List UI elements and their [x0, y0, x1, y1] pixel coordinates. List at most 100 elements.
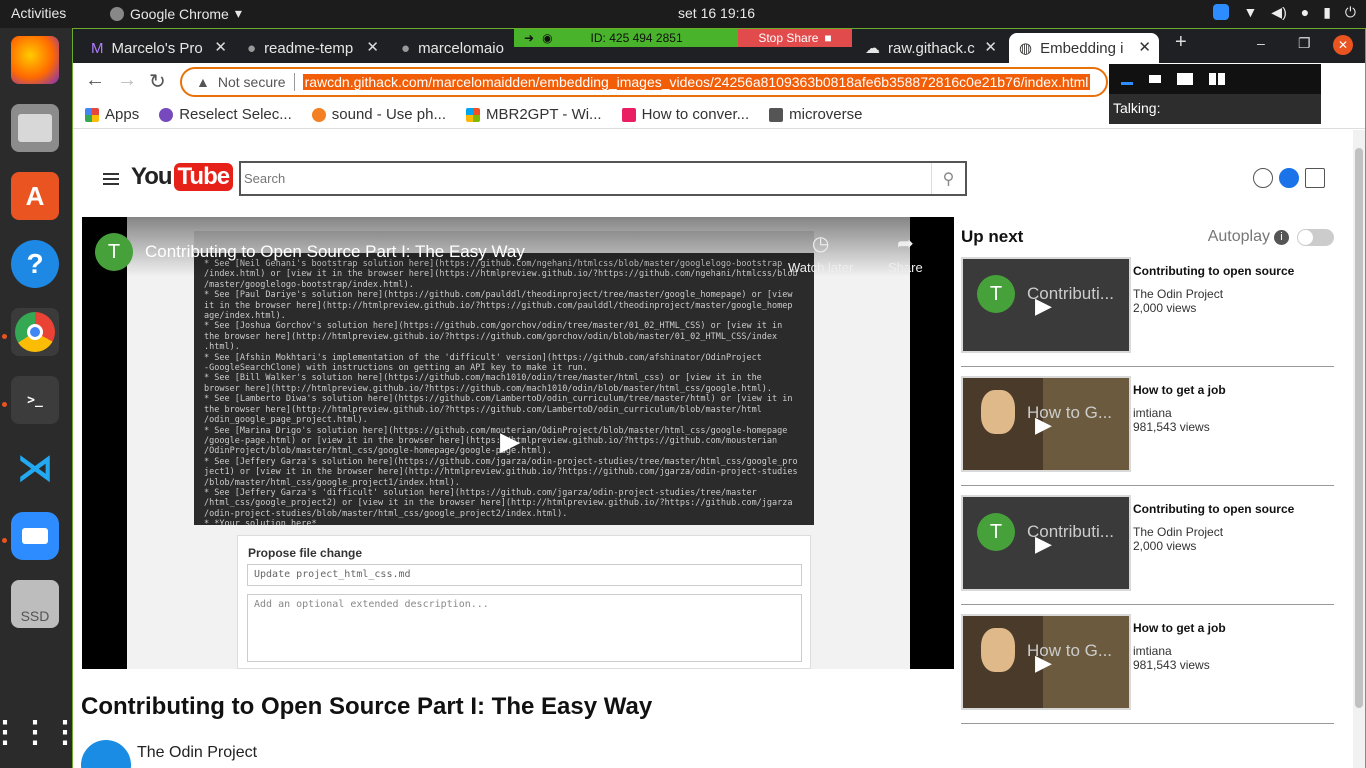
code-line: * See [Joshua Gorchov's solution here](h…	[204, 321, 783, 332]
apps-grid-icon[interactable]: ⋮⋮⋮	[0, 708, 80, 756]
video-player[interactable]: * See [Neil Gehani's bootstrap solution …	[82, 217, 954, 669]
video-thumbnail[interactable]: How to G... ▶	[961, 376, 1131, 472]
ssd-icon[interactable]: SSD	[11, 580, 59, 628]
video-thumbnail[interactable]: How to G... ▶	[961, 614, 1131, 710]
tab-label: Marcelo's Pro	[111, 39, 203, 57]
software-icon[interactable]: A	[11, 172, 59, 220]
tab-marcelo[interactable]: M Marcelo's Pro ✕	[81, 33, 235, 63]
url-text[interactable]: rawcdn.githack.com/marcelomaidden/embedd…	[302, 74, 1091, 90]
play-icon[interactable]: ▶	[500, 426, 536, 456]
small-view-icon[interactable]	[1149, 75, 1161, 83]
up-next-list: T Contributi... ▶ Contributing to open sour…	[961, 248, 1334, 724]
speaker-view-icon[interactable]	[1177, 73, 1193, 85]
autoplay-toggle[interactable]	[1297, 228, 1334, 246]
forward-button[interactable]: →	[117, 69, 137, 92]
scrollbar[interactable]	[1353, 130, 1365, 768]
files-icon[interactable]	[11, 104, 59, 152]
bookmark-mbr2gpt[interactable]: MBR2GPT - Wi...	[466, 106, 602, 123]
gallery-view-icon[interactable]	[1209, 73, 1225, 85]
vscode-icon[interactable]: ⋊	[11, 444, 59, 492]
logo-tube: Tube	[173, 163, 234, 191]
activities-button[interactable]: Activities	[11, 5, 66, 21]
reload-button[interactable]: ↻	[149, 69, 166, 94]
code-line: the browser here](http://htmlpreview.git…	[204, 404, 762, 415]
volume-icon: ◀)	[1271, 4, 1287, 20]
clock[interactable]: set 16 19:16	[678, 5, 755, 21]
code-line: /html_css/google_project2) or [view it i…	[204, 498, 793, 509]
close-tab-icon[interactable]: ✕	[214, 38, 227, 56]
maximize-button[interactable]: ❐	[1298, 35, 1311, 52]
up-next-card[interactable]: T Contributi... ▶ Contributing to open sour…	[961, 486, 1334, 605]
tab-raw-githack[interactable]: ☁ raw.githack.c ✕	[855, 33, 1005, 63]
channel-avatar[interactable]: T	[95, 233, 133, 271]
stop-share-button[interactable]: Stop Share ■	[738, 29, 852, 47]
address-bar[interactable]: ▲ Not secure rawcdn.githack.com/marcelom…	[180, 67, 1108, 97]
ssd-label: SSD	[20, 608, 50, 624]
youtube-logo[interactable]: You Tube	[131, 163, 234, 191]
bookmark-microverse[interactable]: microverse	[769, 106, 862, 123]
channel-avatar[interactable]	[81, 740, 131, 768]
terminal-icon[interactable]: >_	[11, 376, 59, 424]
tab-embedding[interactable]: ◍ Embedding i ✕	[1009, 33, 1159, 63]
new-tab-button[interactable]: +	[1175, 31, 1187, 54]
scrollbar-thumb[interactable]	[1355, 148, 1363, 708]
bookmark-sound[interactable]: sound - Use ph...	[311, 106, 446, 123]
system-tray[interactable]: ▼ ◀) ● ▮ ⏻	[1213, 4, 1356, 21]
app-menu[interactable]: Google Chrome ▾	[110, 5, 242, 22]
video-thumbnail[interactable]: T Contributi... ▶	[961, 257, 1131, 353]
autoplay-control: Autoplay i	[1208, 228, 1334, 246]
player-title[interactable]: Contributing to Open Source Part I: The …	[145, 242, 525, 262]
bookmark-reselect[interactable]: Reselect Selec...	[159, 106, 292, 123]
stop-share-label: Stop Share	[758, 31, 819, 45]
share-button[interactable]: ➦ Share	[888, 231, 923, 275]
card-channel: The Odin Project	[1133, 525, 1224, 539]
tab-label: raw.githack.c	[888, 39, 975, 57]
bookmark-label: sound - Use ph...	[331, 106, 446, 123]
chrome-icon[interactable]	[11, 308, 59, 356]
card-views: 981,543 views	[1133, 658, 1210, 672]
channel-name[interactable]: The Odin Project	[137, 744, 257, 762]
up-next-card[interactable]: How to G... ▶ How to get a job imtiana 981,5…	[961, 367, 1334, 486]
code-line: .html).	[204, 342, 240, 353]
card-title[interactable]: How to get a job	[1133, 383, 1226, 397]
up-next-card[interactable]: T Contributi... ▶ Contributing to open sour…	[961, 248, 1334, 367]
video-thumbnail[interactable]: T Contributi... ▶	[961, 495, 1131, 591]
zoom-tray-icon[interactable]	[1213, 4, 1230, 20]
menu-icon[interactable]	[103, 173, 119, 185]
tab-marcelomaio[interactable]: ● marcelomaio	[391, 33, 511, 63]
thumb-avatar: T	[977, 275, 1015, 313]
minimize-view-icon[interactable]	[1121, 81, 1133, 85]
search-icon[interactable]: ⚲	[931, 163, 965, 194]
close-window-button[interactable]: ✕	[1333, 35, 1353, 55]
code-line: * See [Paul Dariye's solution here](http…	[204, 290, 793, 301]
info-icon[interactable]: i	[1274, 229, 1289, 245]
watch-later-button[interactable]: ◷ Watch later	[788, 231, 853, 275]
close-tab-icon[interactable]: ✕	[984, 38, 997, 56]
search-input[interactable]	[241, 163, 931, 194]
upload-icon[interactable]	[1253, 168, 1273, 188]
help-icon[interactable]: ?	[11, 240, 59, 288]
tab-readme[interactable]: ● readme-temp ✕	[237, 33, 387, 63]
close-tab-icon[interactable]: ✕	[1138, 38, 1151, 56]
close-tab-icon[interactable]: ✕	[366, 38, 379, 56]
card-title[interactable]: Contributing to open source	[1133, 264, 1294, 278]
folder-icon	[769, 107, 784, 122]
security-indicator[interactable]: ▲ Not secure	[196, 74, 286, 90]
back-button[interactable]: ←	[85, 69, 105, 92]
bookmark-label: How to conver...	[641, 106, 750, 123]
sign-out-icon[interactable]	[1305, 168, 1325, 188]
play-icon: ▶	[1035, 650, 1052, 675]
code-line: * *Your solution here*	[204, 519, 317, 525]
bookmark-apps[interactable]: Apps	[85, 106, 139, 123]
zoom-icon[interactable]	[11, 512, 59, 560]
card-title[interactable]: How to get a job	[1133, 621, 1226, 635]
card-title[interactable]: Contributing to open source	[1133, 502, 1294, 516]
card-channel: The Odin Project	[1133, 287, 1224, 301]
globe-icon: ◍	[1019, 40, 1033, 57]
bookmark-how-to-convert[interactable]: How to conver...	[621, 106, 750, 123]
minimize-button[interactable]: –	[1257, 35, 1265, 51]
up-next-card[interactable]: How to G... ▶ How to get a job imtiana 981,5…	[961, 605, 1334, 724]
share-status: ➜ ◉ ID: 425 494 2851	[514, 29, 738, 47]
account-icon[interactable]	[1279, 168, 1299, 188]
firefox-icon[interactable]	[11, 36, 59, 84]
